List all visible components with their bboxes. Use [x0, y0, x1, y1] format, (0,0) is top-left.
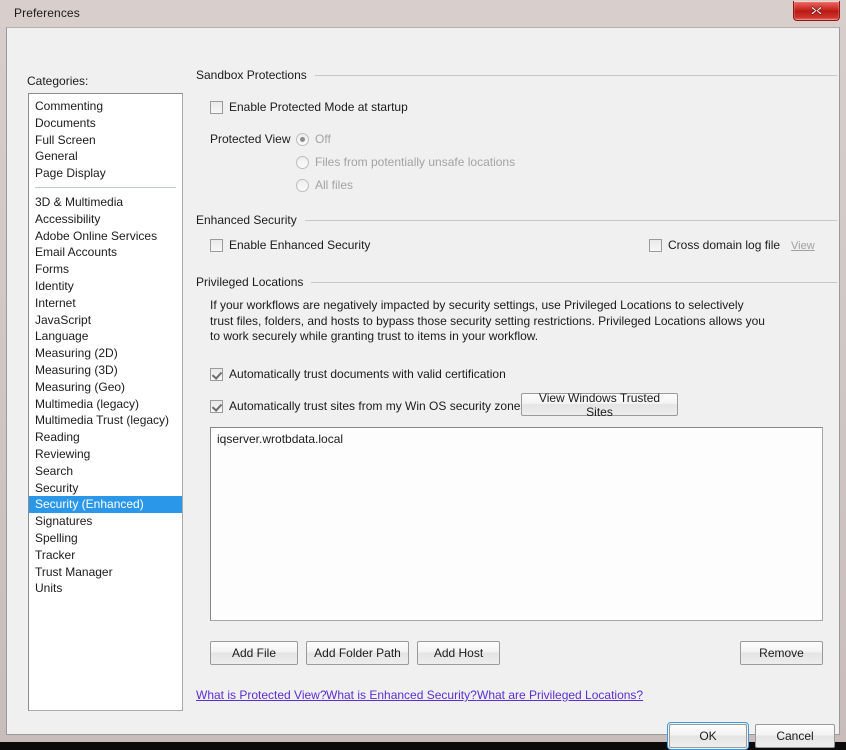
- sidebar-item-internet[interactable]: Internet: [29, 295, 182, 312]
- sidebar-item-measuring-3d[interactable]: Measuring (3D): [29, 362, 182, 379]
- enable-enhanced-security-row[interactable]: Enable Enhanced Security: [210, 238, 370, 252]
- sidebar-item-search[interactable]: Search: [29, 463, 182, 480]
- link-what-is-protected-view[interactable]: What is Protected View?: [196, 688, 327, 702]
- protected-view-option-unsafe[interactable]: Files from potentially unsafe locations: [296, 155, 515, 169]
- close-icon[interactable]: [793, 1, 840, 21]
- window-title: Preferences: [14, 6, 80, 20]
- section-rule: [304, 219, 837, 221]
- protected-view-option-off[interactable]: Off: [296, 132, 331, 146]
- categories-list[interactable]: Commenting Documents Full Screen General Pag…: [28, 93, 183, 711]
- cross-domain-log-checkbox[interactable]: [649, 238, 662, 252]
- sidebar-item-general[interactable]: General: [29, 148, 182, 165]
- section-header-sandbox: Sandbox Protections: [196, 68, 837, 82]
- sidebar-item-multimedia-legacy[interactable]: Multimedia (legacy): [29, 396, 182, 413]
- sidebar-item-page-display[interactable]: Page Display: [29, 165, 182, 182]
- preferences-window: Preferences Categories: Commenting Docume…: [0, 0, 846, 750]
- categories-divider: [35, 186, 176, 188]
- section-rule: [314, 74, 837, 76]
- sidebar-item-multimedia-trust-legacy[interactable]: Multimedia Trust (legacy): [29, 412, 182, 429]
- protected-view-label: Protected View: [210, 132, 291, 146]
- sidebar-item-3d-multimedia[interactable]: 3D & Multimedia: [29, 194, 182, 211]
- sidebar-item-tracker[interactable]: Tracker: [29, 547, 182, 564]
- section-title-enhanced-security: Enhanced Security: [196, 213, 297, 227]
- categories-group-primary: Commenting Documents Full Screen General Pag…: [29, 98, 182, 182]
- sidebar-item-language[interactable]: Language: [29, 328, 182, 345]
- trust-certified-documents-row[interactable]: Automatically trust documents with valid…: [210, 367, 506, 381]
- trust-certified-documents-checkbox[interactable]: [210, 367, 223, 381]
- cross-domain-log-row[interactable]: Cross domain log file: [649, 238, 780, 252]
- sidebar-item-documents[interactable]: Documents: [29, 115, 182, 132]
- add-file-button[interactable]: Add File: [210, 641, 298, 665]
- sidebar-item-forms[interactable]: Forms: [29, 261, 182, 278]
- link-what-is-enhanced-security[interactable]: What is Enhanced Security?: [326, 688, 477, 702]
- section-title-privileged-locations: Privileged Locations: [196, 275, 304, 289]
- title-bar: Preferences: [0, 0, 846, 27]
- protected-view-off-radio[interactable]: [296, 132, 309, 146]
- trust-win-zones-checkbox[interactable]: [210, 399, 223, 413]
- cancel-button[interactable]: Cancel: [755, 724, 835, 748]
- sidebar-item-security[interactable]: Security: [29, 480, 182, 497]
- sidebar-item-measuring-2d[interactable]: Measuring (2D): [29, 345, 182, 362]
- ok-button-focus-ring: OK: [667, 722, 749, 750]
- privileged-locations-list[interactable]: iqserver.wrotbdata.local: [210, 427, 823, 621]
- settings-panel: Sandbox Protections Enable Protected Mod…: [196, 68, 837, 711]
- section-header-enhanced-security: Enhanced Security: [196, 213, 837, 227]
- section-rule: [311, 281, 837, 283]
- sidebar-item-spelling[interactable]: Spelling: [29, 530, 182, 547]
- sidebar-item-full-screen[interactable]: Full Screen: [29, 132, 182, 149]
- enable-protected-mode-label: Enable Protected Mode at startup: [229, 100, 408, 114]
- sidebar-item-commenting[interactable]: Commenting: [29, 98, 182, 115]
- list-item[interactable]: iqserver.wrotbdata.local: [211, 431, 822, 447]
- sidebar-item-measuring-geo[interactable]: Measuring (Geo): [29, 379, 182, 396]
- protected-view-all-radio[interactable]: [296, 178, 309, 192]
- section-title-sandbox: Sandbox Protections: [196, 68, 307, 82]
- enable-enhanced-security-checkbox[interactable]: [210, 238, 223, 252]
- protected-view-all-label: All files: [315, 178, 354, 192]
- sidebar-item-adobe-online-services[interactable]: Adobe Online Services: [29, 228, 182, 245]
- protected-view-unsafe-radio[interactable]: [296, 155, 309, 169]
- ok-button[interactable]: OK: [669, 724, 747, 748]
- sidebar-item-trust-manager[interactable]: Trust Manager: [29, 564, 182, 581]
- remove-button[interactable]: Remove: [740, 641, 823, 665]
- view-log-link[interactable]: View: [791, 240, 815, 252]
- view-windows-trusted-sites-button[interactable]: View Windows Trusted Sites: [521, 391, 678, 419]
- trust-win-zones-label: Automatically trust sites from my Win OS…: [229, 399, 527, 413]
- protected-view-unsafe-label: Files from potentially unsafe locations: [315, 155, 516, 169]
- enable-protected-mode-checkbox[interactable]: [210, 100, 223, 114]
- categories-label: Categories:: [27, 74, 89, 88]
- protected-view-option-all[interactable]: All files: [296, 178, 353, 192]
- sidebar-item-email-accounts[interactable]: Email Accounts: [29, 244, 182, 261]
- sidebar-item-security-enhanced[interactable]: Security (Enhanced): [29, 496, 182, 514]
- sidebar-item-accessibility[interactable]: Accessibility: [29, 211, 182, 228]
- sidebar-item-reviewing[interactable]: Reviewing: [29, 446, 182, 463]
- categories-group-secondary: 3D & Multimedia Accessibility Adobe Online…: [29, 194, 182, 597]
- enable-protected-mode-row[interactable]: Enable Protected Mode at startup: [210, 100, 408, 114]
- add-host-button[interactable]: Add Host: [417, 641, 500, 665]
- add-folder-path-button[interactable]: Add Folder Path: [306, 641, 409, 665]
- protected-view-label-row: Protected View: [210, 132, 291, 146]
- enable-enhanced-security-label: Enable Enhanced Security: [229, 238, 371, 252]
- link-what-are-privileged-locations[interactable]: What are Privileged Locations?: [477, 688, 643, 702]
- privileged-locations-description: If your workflows are negatively impacte…: [210, 298, 765, 344]
- sidebar-item-units[interactable]: Units: [29, 580, 182, 597]
- section-header-privileged-locations: Privileged Locations: [196, 275, 837, 289]
- protected-view-off-label: Off: [315, 132, 331, 146]
- sidebar-item-reading[interactable]: Reading: [29, 429, 182, 446]
- cross-domain-log-label: Cross domain log file: [668, 238, 781, 252]
- dialog-body: Categories: Commenting Documents Full Scre…: [6, 27, 840, 750]
- sidebar-item-identity[interactable]: Identity: [29, 278, 182, 295]
- trust-certified-documents-label: Automatically trust documents with valid…: [229, 367, 506, 381]
- sidebar-item-javascript[interactable]: JavaScript: [29, 312, 182, 329]
- trust-win-zones-row[interactable]: Automatically trust sites from my Win OS…: [210, 399, 526, 413]
- sidebar-item-signatures[interactable]: Signatures: [29, 513, 182, 530]
